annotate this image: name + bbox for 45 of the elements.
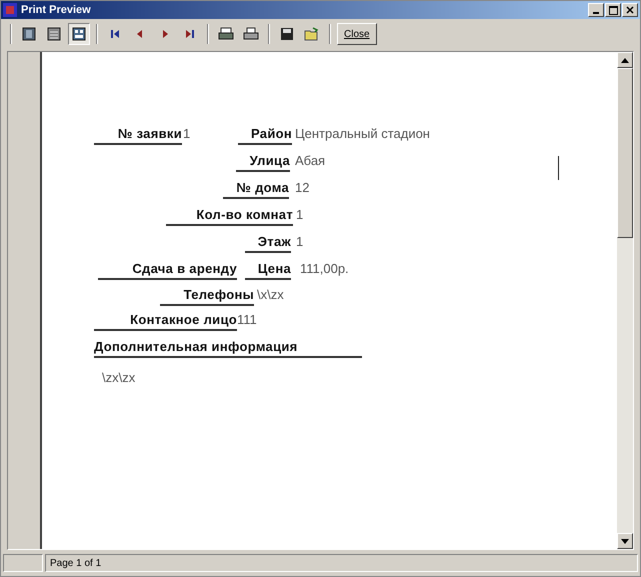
view-button[interactable] — [68, 23, 90, 45]
page-view-icon — [21, 26, 37, 42]
field-label: Телефоны — [160, 287, 254, 306]
field-value: Центральный стадион — [295, 126, 430, 141]
right-triangle-icon — [161, 29, 169, 39]
up-triangle-icon — [621, 58, 629, 62]
field-label: Сдача в аренду — [98, 261, 237, 280]
field-label: Этаж — [245, 234, 291, 253]
field-value: 1 — [183, 126, 190, 141]
field-value: \x\zx — [257, 287, 284, 302]
close-button[interactable]: Close — [337, 23, 377, 45]
field-label: Район — [238, 126, 292, 145]
scroll-down-button[interactable] — [617, 533, 633, 549]
field-label: Цена — [245, 261, 291, 280]
maximize-button[interactable] — [605, 3, 621, 17]
field-value: 12 — [295, 180, 310, 195]
field-label: Улица — [236, 153, 290, 172]
left-triangle-icon — [136, 29, 144, 39]
minimize-button[interactable] — [588, 3, 604, 17]
close-icon — [626, 6, 634, 14]
field-value: 111 — [237, 312, 257, 327]
text-cursor — [558, 156, 559, 180]
field-label: Кол-во комнат — [166, 207, 293, 226]
page-view-icon — [71, 26, 87, 42]
scroll-up-button[interactable] — [617, 52, 633, 68]
field-value: 1 — [296, 234, 304, 249]
field-value: 111,00р. — [300, 261, 349, 276]
page-view-icon — [46, 26, 62, 42]
field-label: № дома — [223, 180, 289, 199]
field-label: Контакное лицо — [94, 312, 237, 331]
field-label: Дополнительная информация — [94, 339, 362, 358]
field-value: 1 — [296, 207, 304, 222]
field-label: № заявки — [94, 126, 182, 145]
down-triangle-icon — [621, 538, 629, 544]
status-text: Page 1 of 1 — [45, 554, 638, 572]
window-title: Print Preview — [21, 4, 92, 16]
scrollbar-thumb[interactable] — [617, 68, 633, 238]
skip-first-icon — [110, 29, 120, 39]
app-icon — [3, 3, 17, 17]
field-value: Абая — [295, 153, 326, 168]
field-value: \zx\zx — [102, 370, 136, 385]
maximize-icon — [608, 6, 618, 14]
skip-last-icon — [185, 29, 195, 39]
window-close-button[interactable] — [622, 3, 638, 17]
status-pane — [3, 554, 43, 572]
